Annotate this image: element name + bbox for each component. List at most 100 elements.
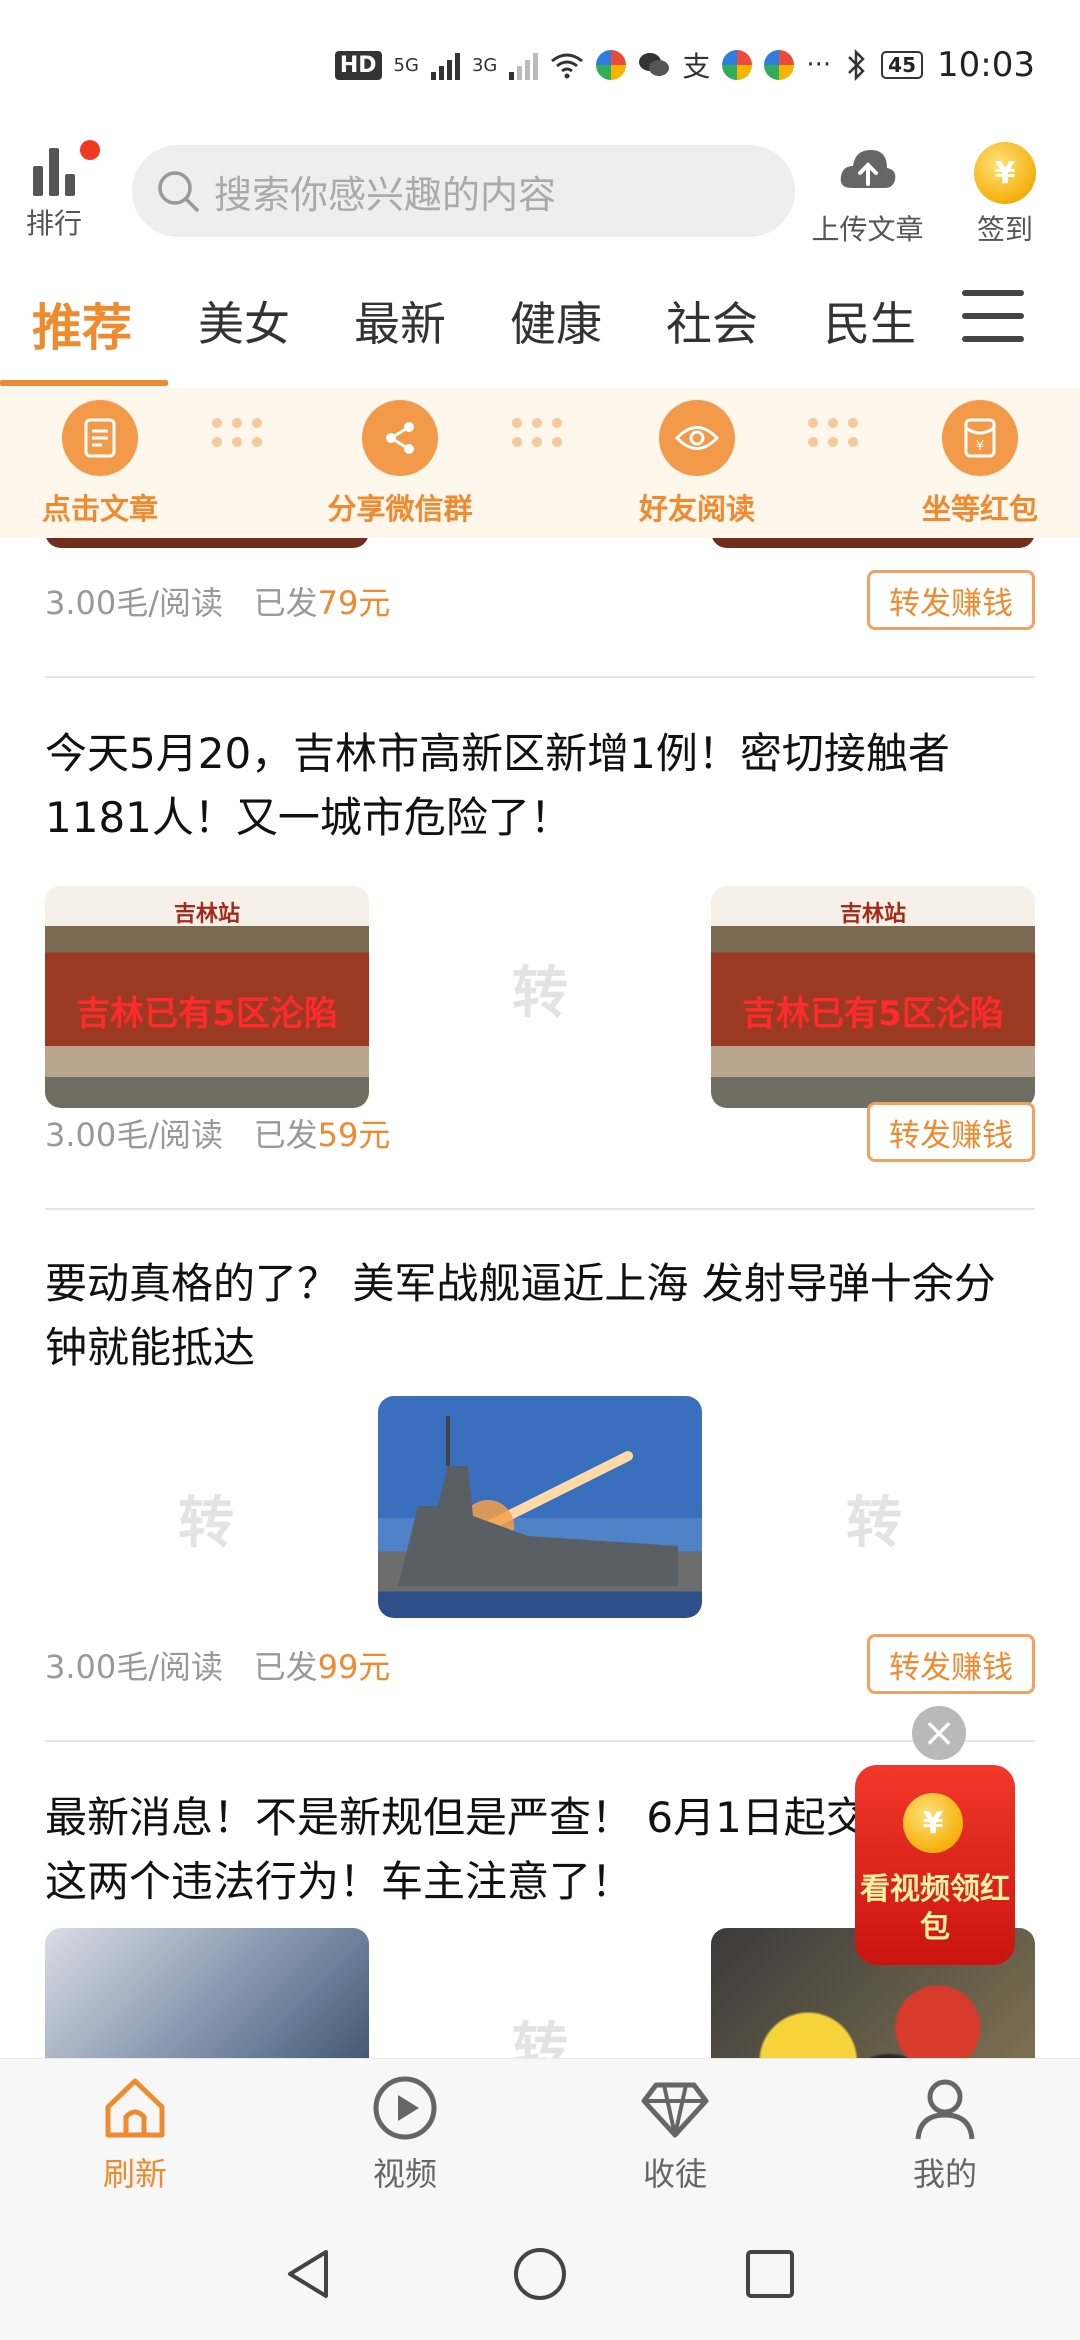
home-button-icon[interactable]: [512, 2246, 568, 2302]
recents-icon[interactable]: [742, 2246, 798, 2302]
sent-amount: 99元: [317, 1648, 391, 1686]
article-thumbnail[interactable]: 吉林站 吉林已有5区沦陷: [711, 886, 1035, 1108]
upload-label: 上传文章: [811, 213, 924, 246]
nav-label: 我的: [912, 2155, 977, 2193]
step-label: 点击文章: [41, 492, 158, 526]
search-placeholder: 搜索你感兴趣的内容: [214, 172, 557, 217]
step-share-group: 分享微信群: [300, 400, 500, 528]
station-sign: 吉林站: [173, 902, 240, 927]
tab-latest[interactable]: 最新: [354, 288, 446, 354]
header: 排行 搜索你感兴趣的内容 上传文章 ¥ 签到: [0, 130, 1080, 260]
more-notifications-icon: ···: [806, 50, 832, 80]
warship-missile-image: [398, 1416, 678, 1586]
rank-chart-icon: [22, 140, 100, 196]
svg-text:¥: ¥: [976, 439, 984, 454]
nav-refresh[interactable]: 刷新: [55, 2073, 215, 2195]
article-stats: 3.00毛/阅读 已发79元: [45, 578, 390, 624]
nav-label: 视频: [372, 2155, 437, 2193]
sent-prefix: 已发: [253, 1116, 318, 1154]
sign-in-label: 签到: [976, 213, 1033, 246]
step-separator: [808, 418, 868, 458]
step-friends-read: 好友阅读: [597, 400, 797, 528]
battery-icon: 45: [881, 51, 924, 79]
play-icon: [373, 2076, 437, 2140]
user-icon: [915, 2079, 975, 2140]
article-thumbnail[interactable]: [45, 1928, 369, 2058]
forward-earn-button[interactable]: 转发赚钱: [867, 1634, 1035, 1694]
step-separator: [212, 418, 272, 458]
clock: 10:03: [937, 45, 1035, 85]
eye-icon: [659, 400, 735, 476]
read-rate: 3.00毛/阅读: [45, 584, 224, 622]
forward-earn-button[interactable]: 转发赚钱: [867, 1102, 1035, 1162]
article-thumbnail[interactable]: [711, 538, 1035, 548]
article-stats: 3.00毛/阅读 已发99元: [45, 1642, 390, 1688]
read-rate: 3.00毛/阅读: [45, 1116, 224, 1154]
sign-in-button[interactable]: ¥ 签到: [950, 142, 1060, 248]
bottom-nav: 刷新 视频 收徒 我的: [0, 2058, 1080, 2210]
forward-earn-button[interactable]: 转发赚钱: [867, 570, 1035, 630]
article-thumbnail[interactable]: 吉林站 吉林已有5区沦陷: [45, 886, 369, 1108]
diamond-icon: [641, 2082, 709, 2138]
battery-level: 45: [888, 53, 917, 77]
sent-amount: 79元: [317, 584, 391, 622]
signal-5g-label: 5G: [393, 54, 419, 76]
article-meta: 3.00毛/阅读 已发99元 转发赚钱: [45, 1634, 1035, 1694]
tab-recommended[interactable]: 推荐: [32, 288, 132, 360]
bluetooth-icon: [848, 49, 865, 81]
article-meta: 3.00毛/阅读 已发59元 转发赚钱: [45, 1102, 1035, 1162]
cloud-upload-icon: [840, 150, 895, 188]
video-red-packet-button[interactable]: ¥ 看视频领红包: [855, 1765, 1015, 1965]
share-icon: [362, 400, 438, 476]
app-notification-icon-3: [764, 50, 795, 80]
search-input[interactable]: 搜索你感兴趣的内容: [132, 145, 795, 237]
tab-beauty[interactable]: 美女: [198, 288, 290, 354]
back-icon[interactable]: [280, 2246, 336, 2302]
status-bar: HD 5G 3G 支 ··· 45 10:03: [0, 0, 1080, 130]
app-notification-icon: [596, 50, 627, 80]
sent-prefix: 已发: [253, 584, 318, 622]
signal-5g-icon: [430, 50, 460, 80]
article-title[interactable]: 今天5月20，吉林市高新区新增1例！密切接触者1181人！又一城市危险了！: [45, 722, 1035, 850]
tab-livelihood[interactable]: 民生: [824, 288, 916, 354]
nav-recruit[interactable]: 收徒: [595, 2073, 755, 2195]
article-thumbnail[interactable]: [378, 1396, 702, 1618]
nav-video[interactable]: 视频: [325, 2073, 485, 2195]
coin-icon: ¥: [903, 1793, 963, 1853]
notification-dot: [80, 140, 100, 160]
rank-label: 排行: [25, 207, 82, 240]
menu-icon[interactable]: [962, 290, 1024, 346]
hd-icon: HD: [334, 50, 382, 80]
article-stats: 3.00毛/阅读 已发59元: [45, 1110, 390, 1156]
app-notification-icon-2: [722, 50, 753, 80]
tab-health[interactable]: 健康: [510, 288, 602, 354]
red-packet-label: 看视频领红包: [860, 1872, 1010, 1945]
watermark: 转: [512, 961, 568, 1026]
divider: [45, 676, 1035, 678]
tab-society[interactable]: 社会: [666, 288, 758, 354]
step-wait-red-packet: ¥ 坐等红包: [880, 400, 1080, 528]
article-title[interactable]: 要动真格的了？ 美军战舰逼近上海 发射导弹十余分钟就能抵达: [45, 1252, 1035, 1380]
step-label: 坐等红包: [921, 492, 1038, 526]
nav-label: 收徒: [642, 2155, 707, 2193]
sent-prefix: 已发: [253, 1648, 318, 1686]
watermark: 转: [846, 1491, 902, 1556]
read-rate: 3.00毛/阅读: [45, 1648, 224, 1686]
upload-article-button[interactable]: 上传文章: [800, 142, 935, 248]
home-icon: [105, 2078, 165, 2138]
watermark: 转: [512, 2017, 568, 2058]
close-icon[interactable]: ×: [912, 1706, 966, 1760]
step-click-article: 点击文章: [0, 400, 200, 528]
divider: [45, 1740, 1035, 1742]
article-thumbnail[interactable]: [45, 538, 369, 548]
category-tabs: 推荐 美女 最新 健康 社会 民生: [0, 270, 1080, 388]
nav-profile[interactable]: 我的: [865, 2073, 1025, 2195]
system-nav-bar: [0, 2210, 1080, 2340]
coin-icon: ¥: [974, 142, 1036, 204]
active-tab-indicator: [0, 380, 168, 386]
status-icons: HD 5G 3G 支 ···: [334, 45, 832, 85]
app-screen: HD 5G 3G 支 ··· 45 10:03 排行 搜索你感兴趣的内容 上传文…: [0, 0, 1080, 2340]
signal-3g-icon: [509, 50, 539, 80]
rank-button[interactable]: 排行: [22, 140, 100, 242]
earning-steps: 点击文章 分享微信群 好友阅读 ¥ 坐等红包: [0, 388, 1080, 538]
